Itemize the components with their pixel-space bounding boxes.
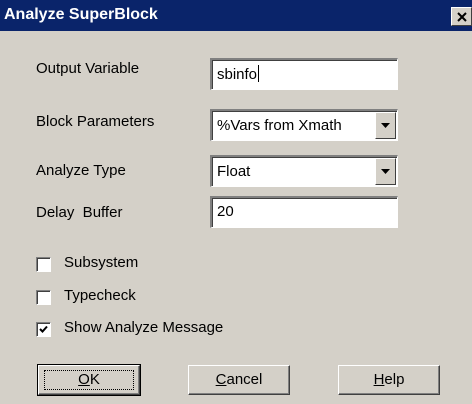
cancel-label-rest: ancel [226, 371, 263, 388]
delay-buffer-label: Delay Buffer [36, 204, 123, 221]
block-parameters-dropdown-button[interactable] [375, 112, 396, 139]
dialog-title: Analyze SuperBlock [4, 6, 158, 23]
output-variable-field[interactable]: sbinfo [210, 58, 398, 90]
block-parameters-select[interactable]: %Vars from Xmath [210, 109, 398, 141]
close-icon [457, 12, 467, 22]
check-icon [39, 325, 48, 333]
typecheck-checkbox[interactable] [36, 290, 51, 305]
close-button[interactable] [451, 7, 472, 26]
title-bar: Analyze SuperBlock [0, 0, 472, 31]
cancel-mnemonic: C [215, 371, 227, 388]
help-label-rest: elp [384, 371, 405, 388]
show-analyze-message-checkbox[interactable] [36, 322, 51, 337]
ok-button[interactable]: OK [37, 364, 141, 396]
analyze-type-value: Float [217, 163, 251, 180]
help-mnemonic: H [373, 371, 385, 388]
help-button[interactable]: Help [338, 365, 440, 395]
text-caret [258, 65, 260, 82]
delay-buffer-field[interactable]: 20 [210, 196, 398, 228]
analyze-type-dropdown-button[interactable] [375, 158, 396, 185]
show-analyze-message-label: Show Analyze Message [64, 319, 224, 336]
output-variable-label: Output Variable [36, 60, 140, 77]
analyze-type-select[interactable]: Float [210, 155, 398, 187]
subsystem-label: Subsystem [64, 254, 139, 271]
subsystem-checkbox[interactable] [36, 257, 51, 272]
cancel-button[interactable]: Cancel [188, 365, 290, 395]
block-parameters-label: Block Parameters [36, 113, 155, 130]
typecheck-label: Typecheck [64, 287, 136, 304]
delay-buffer-value: 20 [217, 203, 234, 220]
chevron-down-icon [381, 123, 390, 128]
output-variable-value: sbinfo [217, 66, 258, 83]
focus-rect [44, 370, 134, 390]
block-parameters-value: %Vars from Xmath [217, 117, 342, 134]
analyze-type-label: Analyze Type [36, 162, 126, 179]
chevron-down-icon [381, 169, 390, 174]
